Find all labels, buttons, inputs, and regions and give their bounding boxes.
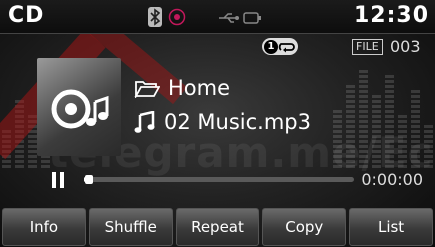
usb-icon (218, 10, 262, 29)
list-button[interactable]: List (349, 208, 433, 246)
bluetooth-icon (148, 7, 162, 31)
folder-icon (134, 81, 160, 98)
pause-icon (52, 172, 56, 188)
repeat-count: 1 (264, 39, 278, 54)
pause-button[interactable] (46, 169, 70, 191)
bottom-button-bar: Info Shuffle Repeat Copy List (0, 206, 435, 247)
file-number: 003 (390, 37, 421, 56)
status-bar: CD 12:30 (0, 0, 435, 34)
song-title: 02 Music.mp3 (164, 110, 311, 134)
folder-row: Home (134, 76, 230, 100)
copy-button[interactable]: Copy (262, 208, 347, 246)
radio-icon (168, 8, 186, 30)
cd-player-screen: telegram.me/Ecu CD 12:30 1 FILE 003 Home… (0, 0, 435, 247)
repeat-icon (278, 42, 295, 52)
song-row: 02 Music.mp3 (134, 110, 311, 134)
info-button[interactable]: Info (2, 208, 86, 246)
album-art (37, 58, 121, 156)
elapsed-time: 0:00:00 (361, 170, 423, 189)
source-title: CD (8, 3, 45, 28)
repeat-mode-indicator: 1 (262, 38, 298, 55)
repeat-button[interactable]: Repeat (175, 208, 260, 246)
folder-name: Home (168, 76, 231, 100)
progress-bar[interactable] (84, 175, 354, 184)
progress-thumb[interactable] (84, 175, 93, 184)
clock: 12:30 (353, 3, 429, 28)
music-note-icon (134, 111, 155, 133)
file-label: FILE (352, 39, 383, 55)
shuffle-button[interactable]: Shuffle (88, 208, 173, 246)
